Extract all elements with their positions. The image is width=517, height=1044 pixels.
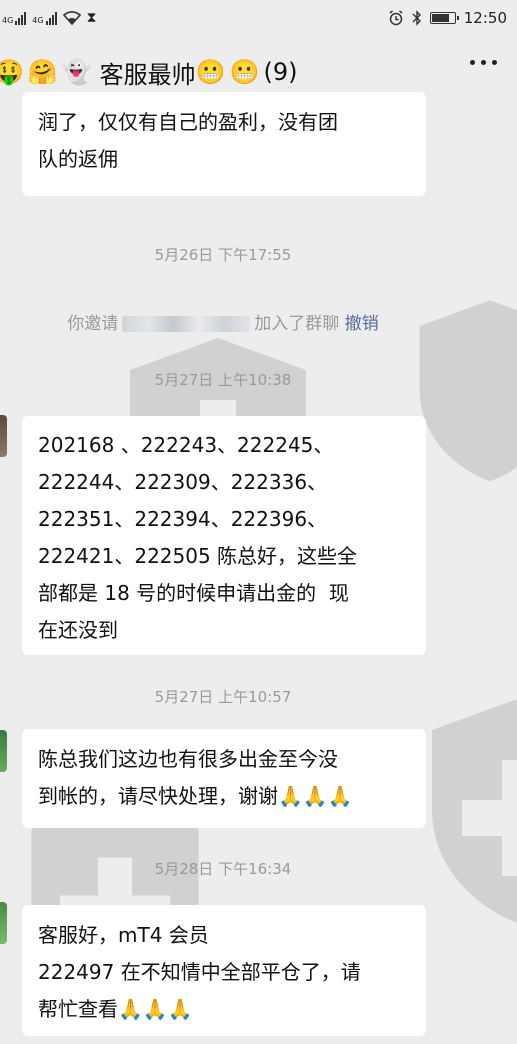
member-count: (9) (263, 58, 298, 86)
avatar[interactable] (0, 902, 7, 944)
cellular-signal-icon: 4G (2, 11, 27, 25)
message-text: 润了，仅仅有自己的盈利，没有团 队的返佣 (38, 110, 338, 171)
battery-icon (429, 12, 459, 24)
redacted-name (122, 316, 251, 332)
system-message: 你邀请 加入了群聊 撤销 (0, 309, 446, 334)
system-message-suffix: 加入了群聊 (254, 314, 340, 334)
message-timestamp: 5月28日 下午16:34 (154, 860, 292, 878)
system-message-prefix: 你邀请 (67, 314, 119, 334)
grimace-emoji-icon: 😬 (229, 58, 260, 86)
message-timestamp: 5月26日 下午17:55 (154, 246, 292, 264)
network-type-label: 4G (2, 16, 14, 25)
group-title[interactable]: 客服最帅 (100, 55, 196, 90)
grimace-emoji-icon: 😬 (195, 58, 226, 86)
message-text: 202168 、222243、222245、 222244、222309、222… (38, 433, 358, 642)
message-bubble[interactable]: 客服好，mT4 会员 222497 在不知情中全部平仓了，请 帮忙查看🙏🙏🙏 (22, 905, 426, 1036)
hugging-face-emoji-icon: 🤗 (27, 58, 58, 86)
message-bubble[interactable]: 陈总我们这边也有很多出金至今没 到帐的，请尽快处理，谢谢🙏🙏🙏 (22, 729, 426, 828)
avatar[interactable] (0, 730, 7, 772)
message-timestamp: 5月27日 上午10:57 (154, 688, 292, 706)
cellular-signal-icon: 4G (32, 11, 57, 25)
avatar[interactable] (0, 415, 7, 457)
network-type-label: 4G (32, 16, 44, 25)
status-bar: 4G 4G ⧗ 12:50 (0, 0, 517, 36)
message-timestamp: 5月27日 上午10:38 (154, 371, 292, 389)
message-bubble[interactable]: 润了，仅仅有自己的盈利，没有团 队的返佣 (22, 92, 426, 196)
clock-time: 12:50 (463, 9, 507, 27)
ghost-emoji-icon: 👻 (61, 58, 92, 86)
money-face-emoji-icon: 🤑 (0, 58, 24, 86)
alarm-icon (389, 10, 403, 26)
message-text: 陈总我们这边也有很多出金至今没 到帐的，请尽快处理，谢谢🙏🙏🙏 (38, 747, 353, 808)
wifi-icon (62, 11, 81, 25)
message-bubble[interactable]: 202168 、222243、222245、 222244、222309、222… (22, 416, 426, 655)
more-options-icon[interactable] (470, 60, 497, 65)
revoke-link[interactable]: 撤销 (345, 314, 379, 334)
bluetooth-icon (412, 10, 421, 26)
message-text: 客服好，mT4 会员 222497 在不知情中全部平仓了，请 帮忙查看🙏🙏🙏 (38, 923, 361, 1021)
watermark-shield-icon (432, 699, 517, 923)
hourglass-icon: ⧗ (86, 10, 97, 26)
